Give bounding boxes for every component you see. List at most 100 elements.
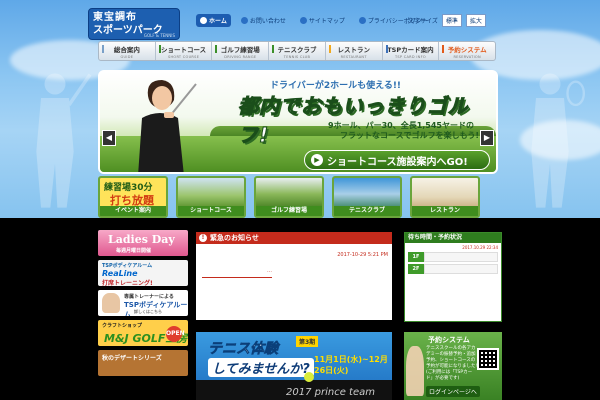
thumb-caption: テニスクラブ	[334, 206, 400, 216]
tennis-schedule: 11月1日(水)~12月26日(火)	[314, 355, 388, 375]
sitemap-link[interactable]: サイトマップ	[296, 14, 349, 27]
thumb-caption: レストラン	[412, 206, 478, 216]
nav-label: TSPカード案内	[387, 46, 434, 54]
thumb-event[interactable]: 練習場30分 打ち放題 イベント案内	[98, 176, 168, 218]
floor-status	[424, 252, 498, 262]
sitemap-label: サイトマップ	[308, 18, 345, 25]
tennis-line2: してみませんか?	[208, 358, 314, 377]
golfer-photo	[120, 78, 210, 172]
trainer-line1: 専属トレーナーによる	[124, 294, 174, 300]
nav-driving-range[interactable]: ゴルフ練習場 DRIVING RANGE	[212, 42, 270, 60]
notice-date: 2017-10-29 5:21 PM	[337, 252, 388, 258]
cta-label: ショートコース施設案内へGO!	[327, 156, 468, 168]
short-course-cta-button[interactable]: ▶ ショートコース施設案内へGO!	[304, 150, 490, 170]
nav-marker	[102, 45, 104, 53]
thumb-driving-range[interactable]: ゴルフ練習場	[254, 176, 324, 218]
realine-line1: TSPボディケアルーム	[102, 263, 153, 269]
notice-link[interactable]: …	[202, 268, 272, 278]
nav-label: ゴルフ練習場	[220, 46, 260, 54]
alert-icon: !	[199, 234, 207, 242]
nav-sublabel: SHORT COURSE	[167, 55, 200, 59]
wait-title: 待ち時間・予約状況	[405, 233, 501, 243]
craft-open-badge: OPEN	[166, 326, 185, 342]
nav-marker	[158, 45, 161, 53]
floor-label: 1F	[408, 252, 424, 262]
main-navigation: 総合案内 GUIDE ショートコース SHORT COURSE ゴルフ練習場 DRIV…	[98, 41, 496, 61]
nav-sublabel: TSP CARD INFO	[394, 55, 426, 59]
contact-link[interactable]: お問い合わせ	[237, 14, 290, 27]
ladies-day-banner[interactable]: Ladies Day 毎週月曜日開催	[98, 230, 188, 256]
nav-reservation[interactable]: 予約システム RESERVATION	[439, 42, 495, 60]
sitemap-icon	[299, 17, 307, 24]
nav-marker	[272, 45, 275, 53]
nav-sublabel: DRIVING RANGE	[224, 55, 257, 59]
notice-title: 緊急のお知らせ	[210, 234, 259, 242]
thumb-short-course[interactable]: ショートコース	[176, 176, 246, 218]
floor-label: 2F	[408, 264, 424, 274]
emergency-notice-panel: ! 緊急のお知らせ 2017-10-29 5:21 PM …	[196, 232, 392, 320]
slide-thumbnails: 練習場30分 打ち放題 イベント案内 ショートコース ゴルフ練習場 テニスクラブ…	[98, 176, 480, 218]
notice-header: ! 緊急のお知らせ	[196, 232, 392, 244]
nav-tennis-club[interactable]: テニスクラブ TENNIS CLUB	[269, 42, 326, 60]
thumb-restaurant[interactable]: レストラン	[410, 176, 480, 218]
floor-status	[424, 264, 498, 274]
slider-prev-button[interactable]: ◀	[102, 130, 116, 146]
nav-marker	[215, 45, 218, 53]
golfer-silhouette	[10, 70, 100, 210]
dessert-line1: 秋のデザートシリーズ	[102, 355, 162, 362]
ladies-day-subtitle: 毎週月曜日開催	[116, 248, 152, 254]
craft-shop-banner[interactable]: クラフトショップ M&J GOLF工房 OPEN	[98, 320, 188, 346]
trainer-line3: 詳しくはこちら	[134, 309, 162, 314]
site-logo[interactable]: 東宝調布 スポーツパーク GOLF & TENNIS	[88, 8, 180, 40]
tennis-line1: テニス体験	[208, 341, 279, 358]
realine-line3: 打席トレーニング!	[102, 280, 153, 286]
play-icon: ▶	[311, 154, 323, 166]
font-standard-button[interactable]: 標準	[441, 14, 462, 27]
nav-marker	[328, 45, 331, 53]
logo-line3: GOLF & TENNIS	[143, 33, 175, 38]
qr-code-icon	[477, 348, 499, 370]
nav-label: レストラン	[337, 46, 370, 54]
reservation-banner[interactable]: 予約システム テニススクールの各アカデミーの振替予約・追加予約、ショートコースの…	[404, 332, 502, 400]
mail-icon	[240, 17, 248, 24]
home-label: ホーム	[209, 18, 227, 25]
realine-banner[interactable]: TSPボディケアルーム ReaLine 打席トレーニング!	[98, 260, 188, 286]
trainer-banner[interactable]: 専属トレーナーによる TSPボディケアルーム 詳しくはこちら	[98, 290, 188, 316]
nav-tsp-card[interactable]: TSPカード案内 TSP CARD INFO	[383, 42, 440, 60]
home-link[interactable]: ホーム	[196, 14, 231, 27]
top-navigation: ホーム お問い合わせ サイトマップ プライバシーポリシー	[196, 14, 432, 27]
hero-description-line2: フラットなコースでゴルフを楽しもう!	[340, 131, 480, 140]
wait-status-panel: 待ち時間・予約状況 2017.10.29 22:34 1F 2F	[404, 232, 502, 322]
nav-short-course[interactable]: ショートコース SHORT COURSE	[156, 42, 213, 60]
nav-guide[interactable]: 総合案内 GUIDE	[99, 42, 156, 60]
thumb-tennis-club[interactable]: テニスクラブ	[332, 176, 402, 218]
home-icon	[200, 17, 207, 24]
nav-label: ショートコース	[160, 46, 207, 54]
tennis-badge: 第3期	[296, 336, 319, 347]
logo-line1: 東宝調布	[93, 12, 137, 23]
login-page-button[interactable]: ログインページへ	[426, 386, 480, 397]
font-large-button[interactable]: 拡大	[465, 14, 486, 27]
reserve-title: 予約システム	[428, 336, 470, 344]
dessert-banner[interactable]: 秋のデザートシリーズ	[98, 350, 188, 376]
nav-marker	[442, 45, 445, 53]
realine-line2: ReaLine	[102, 269, 138, 278]
wait-updated: 2017.10.29 22:34	[462, 245, 498, 250]
left-banner-column: Ladies Day 毎週月曜日開催 TSPボディケアルーム ReaLine 打…	[98, 230, 188, 380]
font-size-switcher: 文字サイズ 標準 拡大	[408, 14, 486, 27]
nav-marker	[385, 45, 388, 53]
ladies-day-title: Ladies Day	[108, 233, 175, 246]
tennis-ball-icon	[304, 372, 314, 382]
thumb-caption: ゴルフ練習場	[256, 206, 322, 216]
tennis-trial-banner[interactable]: テニス体験 してみませんか? 第3期 11月1日(水)~12月26日(火) 20…	[196, 332, 392, 400]
nav-restaurant[interactable]: レストラン RESTAURANT	[326, 42, 383, 60]
nav-sublabel: TENNIS CLUB	[283, 55, 311, 59]
font-size-label: 文字サイズ	[408, 18, 438, 25]
hero-slider[interactable]: ◀ ▶ ドライバーが2ホールも使える!! 都内でおもいっきりゴルフ! 9ホール、…	[98, 70, 498, 174]
nav-label: 総合案内	[113, 46, 140, 54]
reserve-body: テニススクールの各アカデミーの振替予約・追加予約、ショートコースの予約が可能にな…	[426, 346, 478, 381]
nav-label: 予約システム	[447, 46, 487, 54]
lock-icon	[358, 17, 366, 24]
nav-label: テニスクラブ	[277, 46, 317, 54]
nav-sublabel: RESTAURANT	[340, 55, 367, 59]
